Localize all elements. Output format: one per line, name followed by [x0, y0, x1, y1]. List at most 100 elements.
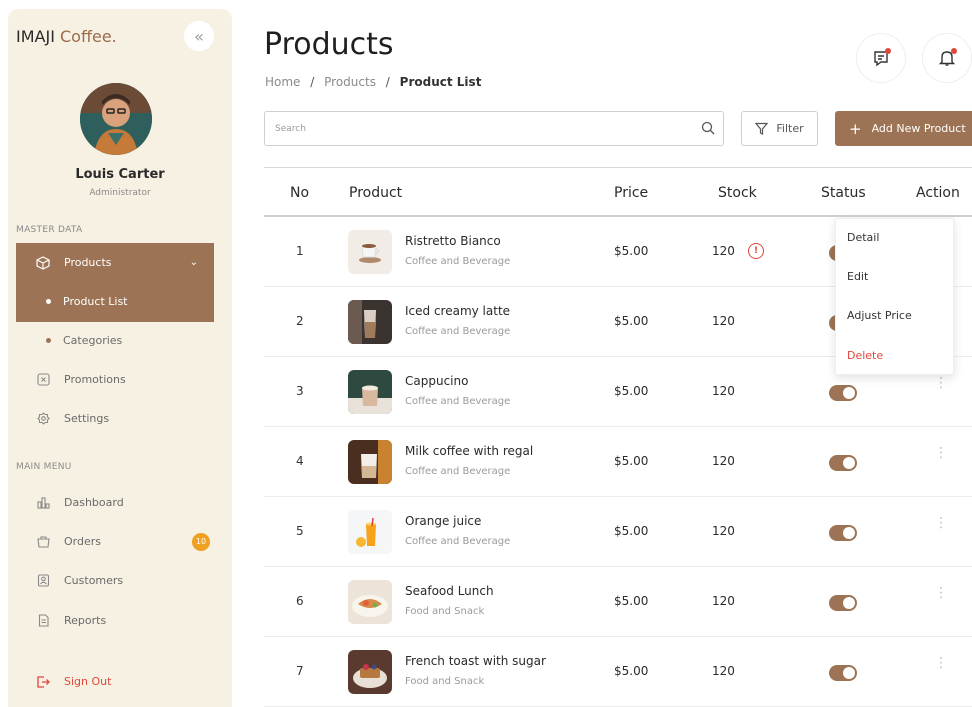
add-new-product-button[interactable]: + Add New Product — [835, 111, 972, 146]
menu-item-delete[interactable]: Delete — [847, 349, 883, 362]
filter-icon — [755, 122, 769, 135]
search-input[interactable] — [275, 123, 685, 134]
product-name: Milk coffee with regal — [405, 444, 534, 458]
filter-button[interactable]: Filter — [741, 111, 818, 146]
breadcrumb-separator: / — [310, 75, 315, 89]
sidebar-item-label: Promotions — [64, 373, 126, 386]
row-number: 1 — [296, 244, 304, 258]
avatar — [80, 83, 152, 155]
notifications-button[interactable] — [922, 33, 972, 83]
collapse-sidebar-button[interactable]: « — [184, 21, 214, 51]
orders-count-badge: 10 — [192, 532, 210, 551]
status-toggle[interactable] — [829, 385, 857, 401]
row-number: 2 — [296, 314, 304, 328]
notification-dot — [951, 48, 957, 54]
column-header-no: No — [290, 185, 310, 201]
sidebar-item-label: Customers — [64, 574, 124, 587]
product-price: $5.00 — [614, 594, 649, 608]
more-options-icon[interactable]: ⋮ — [934, 516, 948, 530]
column-header-product: Product — [349, 185, 403, 201]
row-action-menu: Detail Edit Adjust Price Delete — [835, 218, 954, 375]
document-icon — [36, 614, 50, 628]
column-header-status: Status — [821, 185, 866, 201]
filter-label: Filter — [776, 122, 804, 135]
box-icon — [36, 255, 50, 270]
more-options-icon[interactable]: ⋮ — [934, 376, 948, 390]
product-thumbnail — [348, 300, 392, 344]
sidebar-item-orders[interactable]: Orders 10 — [16, 522, 214, 561]
product-thumbnail — [348, 510, 392, 554]
breadcrumb-separator: / — [385, 75, 390, 89]
search-icon[interactable] — [701, 121, 715, 135]
sidebar-item-reports[interactable]: Reports — [16, 601, 214, 640]
product-stock: 120 — [712, 594, 735, 608]
section-label-main-menu: MAIN MENU — [16, 462, 72, 472]
more-options-icon[interactable]: ⋮ — [934, 656, 948, 670]
user-role: Administrator — [89, 188, 151, 198]
product-category: Coffee and Beverage — [405, 396, 511, 407]
breadcrumb: Home / Products / Product List — [265, 75, 481, 89]
page-title: Products — [264, 27, 394, 62]
status-toggle[interactable] — [829, 455, 857, 471]
sidebar-item-label: Reports — [64, 614, 107, 627]
column-header-action: Action — [916, 185, 960, 201]
sidebar-item-categories[interactable]: Categories — [16, 321, 214, 360]
sidebar-item-label: Orders — [64, 535, 101, 548]
product-thumbnail — [348, 580, 392, 624]
row-number: 6 — [296, 594, 304, 608]
product-thumbnail — [348, 230, 392, 274]
toggle-knob — [843, 387, 855, 399]
menu-item-detail[interactable]: Detail — [847, 231, 879, 244]
breadcrumb-products[interactable]: Products — [324, 75, 376, 89]
sidebar-item-label: Products — [64, 256, 112, 269]
toggle-knob — [843, 457, 855, 469]
table-row[interactable]: 7 French toast with sugar Food and Snack… — [264, 637, 972, 707]
status-toggle[interactable] — [829, 665, 857, 681]
sidebar-item-label: Settings — [64, 412, 110, 425]
messages-button[interactable] — [856, 33, 906, 83]
product-name: Seafood Lunch — [405, 584, 494, 598]
table-header: No Product Price Stock Status Action — [264, 167, 972, 217]
status-toggle[interactable] — [829, 525, 857, 541]
product-category: Coffee and Beverage — [405, 466, 511, 477]
table-row[interactable]: 4 Milk coffee with regal Coffee and Beve… — [264, 427, 972, 497]
product-stock: 120 — [712, 244, 735, 258]
product-name: Ristretto Bianco — [405, 234, 501, 248]
table-row[interactable]: 6 Seafood Lunch Food and Snack $5.00 120… — [264, 567, 972, 637]
breadcrumb-home[interactable]: Home — [265, 75, 300, 89]
sidebar-item-settings[interactable]: Settings — [16, 399, 214, 438]
table-row[interactable]: 5 Orange juice Coffee and Beverage $5.00… — [264, 497, 972, 567]
double-chevron-left-icon: « — [194, 26, 204, 46]
product-thumbnail — [348, 440, 392, 484]
product-price: $5.00 — [614, 454, 649, 468]
more-options-icon[interactable]: ⋮ — [934, 446, 948, 460]
product-name: French toast with sugar — [405, 654, 546, 668]
toggle-knob — [843, 527, 855, 539]
product-price: $5.00 — [614, 314, 649, 328]
basket-icon — [36, 535, 50, 549]
menu-item-edit[interactable]: Edit — [847, 270, 868, 283]
more-options-icon[interactable]: ⋮ — [934, 586, 948, 600]
status-toggle[interactable] — [829, 595, 857, 611]
product-stock: 120 — [712, 454, 735, 468]
menu-item-adjust-price[interactable]: Adjust Price — [847, 309, 912, 322]
user-name: Louis Carter — [75, 167, 165, 182]
breadcrumb-current: Product List — [399, 75, 482, 89]
sidebar-item-label: Dashboard — [64, 496, 124, 509]
sidebar-item-product-list[interactable]: Product List — [16, 282, 214, 321]
sidebar: IMAJI Coffee. « Louis Carter Administrat… — [8, 9, 232, 707]
sidebar-item-customers[interactable]: Customers — [16, 561, 214, 600]
sidebar-item-dashboard[interactable]: Dashboard — [16, 483, 214, 522]
sign-out-button[interactable]: Sign Out — [16, 662, 214, 701]
product-category: Coffee and Beverage — [405, 536, 511, 547]
sidebar-item-products[interactable]: Products ⌄ — [16, 243, 214, 282]
sidebar-item-label: Product List — [63, 295, 128, 308]
promotion-icon — [36, 373, 50, 387]
add-new-product-label: Add New Product — [871, 122, 966, 135]
low-stock-warning-icon[interactable]: ! — [748, 243, 764, 259]
bullet-icon — [46, 299, 51, 304]
product-price: $5.00 — [614, 244, 649, 258]
bullet-icon — [46, 338, 51, 343]
sidebar-item-promotions[interactable]: Promotions — [16, 360, 214, 399]
notification-dot — [885, 48, 891, 54]
